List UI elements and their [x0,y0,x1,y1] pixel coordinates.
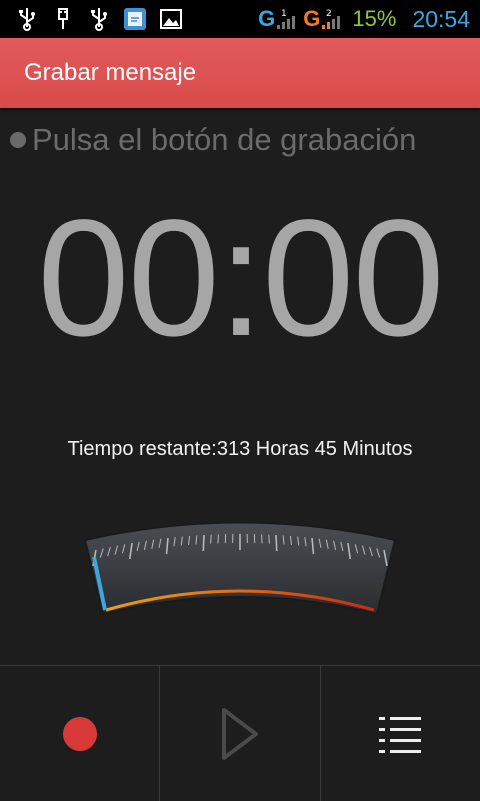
sim2-network-label: G [303,6,320,32]
svg-text:1: 1 [281,9,287,19]
record-button[interactable] [0,666,159,801]
list-icon [377,714,423,754]
sim2-signal-icon: 2 [320,7,342,31]
remaining-time: Tiempo restante:313 Horas 45 Minutos [0,438,480,461]
play-button[interactable] [159,666,319,801]
hint-text: Pulsa el botón de grabación [32,122,416,158]
meter-tick [276,535,277,551]
file-icon [122,6,148,32]
play-icon [218,704,262,764]
recordings-list-button[interactable] [320,666,480,801]
sim1-signal-icon: 1 [275,7,297,31]
svg-text:2: 2 [326,9,332,19]
record-hint: Pulsa el botón de grabación [10,122,416,158]
meter-tick [211,535,212,544]
status-right: G 1 G 2 15% 20:54 [258,6,480,33]
usb-icon [14,6,40,32]
notification-icons [0,6,184,32]
gallery-icon [158,6,184,32]
meter-tick [269,535,270,544]
clock: 20:54 [412,6,470,33]
remaining-time-label: Tiempo restante: [68,438,217,460]
record-icon [60,714,100,754]
recording-indicator-icon [10,132,26,148]
action-bar: Grabar mensaje [0,38,480,108]
sim1-network-label: G [258,6,275,32]
page-title: Grabar mensaje [0,59,196,87]
sim1-signal: G 1 [258,6,297,32]
remaining-time-value: 313 Horas 45 Minutos [217,438,413,460]
usb-icon [50,6,76,32]
meter-tick [203,535,204,551]
status-bar: G 1 G 2 15% 20:54 [0,0,480,38]
sim2-signal: G 2 [303,6,342,32]
level-meter [80,510,400,630]
usb-icon [86,6,112,32]
battery-level: 15% [352,6,396,32]
elapsed-timer: 00:00 [0,196,480,362]
bottom-toolbar [0,665,480,801]
